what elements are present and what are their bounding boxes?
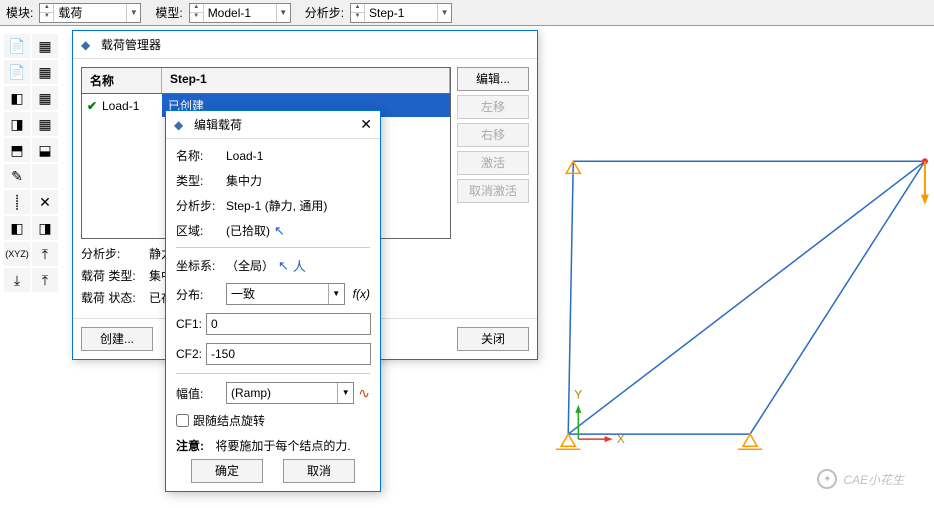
top-bar: 模块: ▲▼ 载荷 ▼ 模型: ▲▼ Model-1 ▼ 分析步: ▲▼ Ste… bbox=[0, 0, 934, 26]
pick-cursor-icon[interactable]: ↖ bbox=[278, 258, 289, 274]
module-label: 模块: bbox=[6, 4, 33, 21]
follow-rotation-checkbox[interactable] bbox=[176, 414, 189, 427]
deactivate-button: 取消激活 bbox=[457, 179, 529, 203]
tool-icon[interactable]: ⬒ bbox=[4, 138, 30, 162]
chevron-down-icon[interactable]: ▼ bbox=[126, 4, 140, 22]
close-icon[interactable]: ✕ bbox=[360, 116, 372, 133]
close-button[interactable]: 关闭 bbox=[457, 327, 529, 351]
app-logo-icon bbox=[81, 38, 95, 52]
tool-icon[interactable]: ▦ bbox=[32, 86, 58, 110]
cancel-button[interactable]: 取消 bbox=[283, 459, 355, 483]
tool-icon[interactable]: ⤒ bbox=[32, 268, 58, 292]
region-label: 区域: bbox=[176, 222, 222, 239]
dialog-title: 编辑载荷 bbox=[194, 116, 242, 133]
chevron-down-icon[interactable]: ▼ bbox=[276, 4, 290, 22]
csys-value: （全局） bbox=[226, 257, 274, 274]
cf1-input[interactable] bbox=[206, 313, 371, 335]
amp-label: 幅值: bbox=[176, 385, 222, 402]
tool-icon[interactable]: ⤓ bbox=[4, 268, 30, 292]
pick-cursor-icon[interactable]: ↖ bbox=[274, 223, 285, 239]
axis-y-label: Y bbox=[574, 388, 582, 402]
note-value: 将要施加于每个结点的力. bbox=[215, 437, 350, 454]
tool-icon[interactable]: ▦ bbox=[32, 112, 58, 136]
cf2-input[interactable] bbox=[206, 343, 371, 365]
cf1-label: CF1: bbox=[176, 317, 202, 331]
chevron-down-icon[interactable]: ▼ bbox=[328, 284, 344, 304]
tool-icon[interactable]: ✎ bbox=[4, 164, 30, 188]
tool-icon[interactable]: ◨ bbox=[32, 216, 58, 240]
move-right-button: 右移 bbox=[457, 123, 529, 147]
step-value: Step-1 bbox=[365, 6, 437, 20]
dialog-titlebar[interactable]: 载荷管理器 bbox=[73, 31, 537, 59]
model-combo[interactable]: ▲▼ Model-1 ▼ bbox=[189, 3, 291, 23]
spin-down-icon[interactable]: ▼ bbox=[351, 13, 364, 22]
info-type-label: 载荷 类型: bbox=[81, 265, 141, 287]
graphics-viewport[interactable]: X Y bbox=[548, 60, 932, 505]
tool-icon[interactable]: ◧ bbox=[4, 216, 30, 240]
spin-down-icon[interactable]: ▼ bbox=[40, 13, 53, 22]
tool-icon[interactable]: ⸽ bbox=[4, 190, 30, 214]
type-label: 类型: bbox=[176, 172, 222, 189]
check-icon: ✔ bbox=[82, 99, 102, 113]
model-value: Model-1 bbox=[204, 6, 276, 20]
chevron-down-icon[interactable]: ▼ bbox=[337, 383, 353, 403]
tool-icon[interactable]: ✕ bbox=[32, 190, 58, 214]
row-name: Load-1 bbox=[102, 96, 162, 116]
axis-x-label: X bbox=[617, 432, 625, 446]
module-value: 载荷 bbox=[54, 4, 126, 21]
tool-icon[interactable]: ⬓ bbox=[32, 138, 58, 162]
name-value: Load-1 bbox=[226, 149, 263, 163]
watermark-text: CAE小花生 bbox=[843, 471, 904, 488]
region-value: (已拾取) bbox=[226, 222, 270, 239]
tool-icon[interactable]: ◨ bbox=[4, 112, 30, 136]
tool-icon[interactable]: ▦ bbox=[32, 60, 58, 84]
xyz-icon[interactable]: (XYZ) bbox=[4, 242, 30, 266]
spin-up-icon[interactable]: ▲ bbox=[40, 4, 53, 14]
tool-icon[interactable] bbox=[32, 164, 58, 188]
amplitude-select[interactable]: (Ramp)▼ bbox=[226, 382, 354, 404]
chevron-down-icon[interactable]: ▼ bbox=[437, 4, 451, 22]
edit-load-dialog: 编辑载荷 ✕ 名称: Load-1 类型:集中力 分析步:Step-1 (静力, … bbox=[165, 110, 381, 492]
wechat-icon: ✦ bbox=[817, 469, 837, 489]
model-label: 模型: bbox=[155, 4, 182, 21]
dist-label: 分布: bbox=[176, 286, 222, 303]
type-value: 集中力 bbox=[226, 172, 262, 189]
dialog-title: 载荷管理器 bbox=[101, 36, 161, 53]
step-value: Step-1 (静力, 通用) bbox=[226, 197, 327, 214]
csys-label: 坐标系: bbox=[176, 257, 222, 274]
edit-button[interactable]: 编辑... bbox=[457, 67, 529, 91]
ok-button[interactable]: 确定 bbox=[191, 459, 263, 483]
axis-icon[interactable]: ⤒ bbox=[32, 242, 58, 266]
col-name: 名称 bbox=[82, 68, 162, 93]
step-label: 分析步: bbox=[305, 4, 344, 21]
col-step: Step-1 bbox=[162, 68, 450, 93]
tool-icon[interactable]: 📄 bbox=[4, 34, 30, 58]
tool-icon[interactable]: ▦ bbox=[32, 34, 58, 58]
csys-edit-icon[interactable]: 人 bbox=[293, 256, 306, 275]
follow-rotation-label: 跟随结点旋转 bbox=[193, 412, 265, 429]
move-left-button: 左移 bbox=[457, 95, 529, 119]
module-combo[interactable]: ▲▼ 载荷 ▼ bbox=[39, 3, 141, 23]
distribution-select[interactable]: 一致▼ bbox=[226, 283, 345, 305]
cf2-label: CF2: bbox=[176, 347, 202, 361]
fx-icon[interactable]: f(x) bbox=[353, 287, 370, 301]
app-logo-icon bbox=[174, 118, 188, 132]
spin-up-icon[interactable]: ▲ bbox=[190, 4, 203, 14]
dialog-titlebar[interactable]: 编辑载荷 ✕ bbox=[166, 111, 380, 139]
spin-down-icon[interactable]: ▼ bbox=[190, 13, 203, 22]
amplitude-create-icon[interactable]: ∿ bbox=[358, 385, 370, 402]
watermark: ✦ CAE小花生 bbox=[817, 469, 904, 489]
activate-button: 激活 bbox=[457, 151, 529, 175]
tool-icon[interactable]: ◧ bbox=[4, 86, 30, 110]
info-state-label: 载荷 状态: bbox=[81, 287, 141, 309]
tool-icon[interactable]: 📄 bbox=[4, 60, 30, 84]
spin-up-icon[interactable]: ▲ bbox=[351, 4, 364, 14]
info-step-label: 分析步: bbox=[81, 243, 141, 265]
create-button[interactable]: 创建... bbox=[81, 327, 153, 351]
name-label: 名称: bbox=[176, 147, 222, 164]
step-combo[interactable]: ▲▼ Step-1 ▼ bbox=[350, 3, 452, 23]
left-toolbar: 📄 ▦ 📄 ▦ ◧ ▦ ◨ ▦ ⬒ ⬓ ✎ ⸽ ✕ ◧ ◨ (XYZ) ⤒ ⤓ … bbox=[2, 32, 64, 294]
step-label: 分析步: bbox=[176, 197, 222, 214]
note-label: 注意: bbox=[176, 437, 204, 454]
